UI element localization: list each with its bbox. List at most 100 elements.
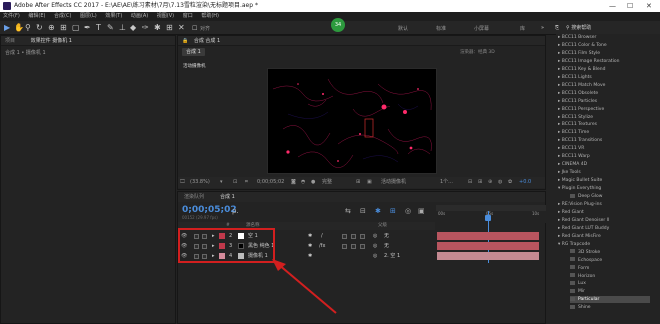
effect-category[interactable]: ▸ BCC11 Perspective	[558, 106, 604, 113]
magnification-dropdown[interactable]: (33.8%)	[190, 177, 210, 188]
menu-edit[interactable]: 编辑(E)	[28, 13, 45, 19]
rotate-tool-icon[interactable]: ↻	[36, 24, 43, 32]
hand-tool-icon[interactable]: ✋	[14, 24, 24, 32]
time-ruler[interactable]: 00s 05s 10s	[436, 205, 546, 223]
roto-brush-icon[interactable]: ✑	[142, 24, 149, 32]
layer-duration-bar[interactable]	[437, 242, 539, 250]
effect-item[interactable]: Mir	[570, 288, 585, 295]
effect-category[interactable]: ▾ RG Trapcode	[558, 241, 590, 248]
help-search-input[interactable]: ⚲ 搜索帮助	[566, 24, 646, 32]
emitter-null-box[interactable]	[364, 118, 374, 138]
effect-item[interactable]: Deep Glow	[570, 193, 602, 200]
show-snapshot-icon[interactable]: ◓	[301, 177, 305, 188]
effect-category[interactable]: ▸ Magic Bullet Suite	[558, 177, 602, 184]
region-of-interest-icon[interactable]: ⊡	[233, 177, 237, 188]
pan-behind-tool-icon[interactable]: ⊞	[60, 24, 67, 32]
effect-item[interactable]: Horizon	[570, 273, 595, 280]
camera-pan-icon[interactable]: ◍	[498, 177, 502, 188]
pickwhip-icon[interactable]: ◎	[373, 231, 377, 241]
camera-tool-icon[interactable]: ⊕	[48, 24, 55, 32]
layer-duration-bar[interactable]	[437, 232, 539, 240]
close-button[interactable]: ✕	[646, 0, 652, 12]
effect-category[interactable]: ▸ CINEMA 4D	[558, 161, 587, 168]
frame-blending-icon[interactable]: ⊞	[390, 207, 396, 215]
brush-tool-icon[interactable]: ✎	[107, 24, 114, 32]
effect-category[interactable]: ▸ BCC11 Time	[558, 129, 589, 136]
graph-editor-icon[interactable]: ▣	[418, 207, 425, 215]
draft-3d-icon[interactable]: ⊟	[360, 207, 366, 215]
parent-dropdown[interactable]: 无	[384, 231, 389, 241]
minimize-button[interactable]: —	[609, 0, 616, 12]
comp-flowchart-icon[interactable]: ⇆	[345, 207, 351, 215]
effect-category[interactable]: ▸ BCC11 Image Restoration	[558, 58, 619, 65]
motion-blur-icon[interactable]: ◎	[405, 207, 411, 215]
exposure-value[interactable]: +0.0	[519, 177, 531, 188]
fx-switch-icon[interactable]: /fx	[319, 241, 325, 251]
zoom-tool-icon[interactable]: ⚲	[25, 24, 31, 32]
effect-category[interactable]: ▸ BCC11 Transitions	[558, 137, 602, 144]
effect-category[interactable]: ▸ BCC11 Obsolete	[558, 90, 598, 97]
menu-animation[interactable]: 动画(A)	[131, 13, 148, 19]
fx-switch-icon[interactable]: /	[321, 231, 323, 241]
menu-composition[interactable]: 合成(C)	[54, 13, 71, 19]
eraser-tool-icon[interactable]: ◆	[130, 24, 136, 32]
effect-category[interactable]: ▸ BCC11 Lights	[558, 74, 592, 81]
parent-dropdown[interactable]: 无	[384, 241, 389, 251]
effect-category[interactable]: ▸ BCC11 Particles	[558, 98, 597, 105]
timeline-link-icon[interactable]: ⊞	[478, 177, 482, 188]
transparency-grid-icon[interactable]: ▣	[367, 177, 372, 188]
effect-category[interactable]: ▸ BCC11 Stylize	[558, 114, 593, 121]
effect-category[interactable]: ▸ BCC11 Color & Tone	[558, 42, 607, 49]
tab-comp-1[interactable]: 合成 1	[220, 192, 235, 202]
adjustment-toggle[interactable]	[351, 244, 356, 249]
reset-exposure-icon[interactable]: ✿	[508, 177, 512, 188]
grid-toggle-icon[interactable]: ⌗	[245, 177, 248, 188]
workspace-default[interactable]: 默认	[398, 25, 408, 32]
shy-layers-icon[interactable]: ✱	[375, 207, 381, 215]
tab-effect-controls[interactable]: 效果控件 摄像机 1	[31, 38, 72, 44]
menu-help[interactable]: 帮助(H)	[201, 13, 219, 19]
layer-duration-bar[interactable]	[437, 252, 539, 260]
menu-effect[interactable]: 效果(T)	[105, 13, 122, 19]
view-dropdown[interactable]: 活动摄像机	[381, 177, 406, 188]
effect-category[interactable]: ▸ BCC11 Textures	[558, 121, 597, 128]
column-parent[interactable]: 父级	[378, 222, 387, 230]
effect-category[interactable]: ▸ BCC11 Film Style	[558, 50, 600, 57]
comp-tab[interactable]: 合成 1	[182, 48, 205, 56]
parent-dropdown[interactable]: 2. 空 1	[384, 251, 400, 261]
flowchart-icon[interactable]: ⊕	[488, 177, 492, 188]
rectangle-tool-icon[interactable]: ▢	[72, 24, 80, 32]
effect-category[interactable]: ▾ Plugin Everything	[558, 185, 601, 192]
effect-category[interactable]: ▸ BCC11 Key & Blend	[558, 66, 606, 73]
effect-item[interactable]: 3D Stroke	[570, 249, 600, 256]
effect-category[interactable]: ▸ RE:Vision Plug-ins	[558, 201, 602, 208]
workspace-library[interactable]: 库	[520, 25, 525, 32]
switch-icon[interactable]: ✱	[308, 241, 312, 251]
mb-toggle[interactable]	[360, 244, 365, 249]
effect-category[interactable]: ▸ BCC11 Browser	[558, 34, 596, 41]
tab-project[interactable]: 项目	[5, 38, 15, 44]
effect-category[interactable]: ▸ BCC11 Match Move	[558, 82, 605, 89]
fast-preview-icon[interactable]: ⊞	[356, 177, 360, 188]
effect-category[interactable]: ▸ Red Giant LUT Buddy	[558, 225, 609, 232]
effect-item[interactable]: Shine	[570, 304, 591, 311]
monitor-icon[interactable]: 🖵	[180, 177, 185, 188]
adjustment-toggle[interactable]	[351, 234, 356, 239]
switch-icon[interactable]: ✱	[308, 231, 312, 241]
quality-dropdown[interactable]: 完整	[322, 177, 332, 188]
effect-item[interactable]: Form	[570, 265, 589, 272]
effect-category[interactable]: ▸ Red Giant Denoiser II	[558, 217, 609, 224]
effect-item[interactable]: Echospace	[570, 257, 602, 264]
snap-checkbox[interactable]: ☐	[192, 25, 197, 33]
menu-window[interactable]: 窗口	[183, 13, 193, 19]
effect-category[interactable]: ▸ Red Giant	[558, 209, 584, 216]
snapshot-icon[interactable]: ◙	[291, 177, 296, 188]
stamp-tool-icon[interactable]: ⊥	[119, 24, 126, 32]
3d-layer-toggle[interactable]	[342, 244, 347, 249]
workspace-small-screen[interactable]: 小屏幕	[474, 25, 489, 32]
pickwhip-icon[interactable]: ◎	[373, 241, 377, 251]
menu-file[interactable]: 文件(F)	[3, 13, 20, 19]
effect-category[interactable]: ▸ Red Giant MisFire	[558, 233, 601, 240]
selection-tool-icon[interactable]: ▶	[4, 24, 10, 32]
pickwhip-icon[interactable]: ◎	[373, 251, 377, 261]
